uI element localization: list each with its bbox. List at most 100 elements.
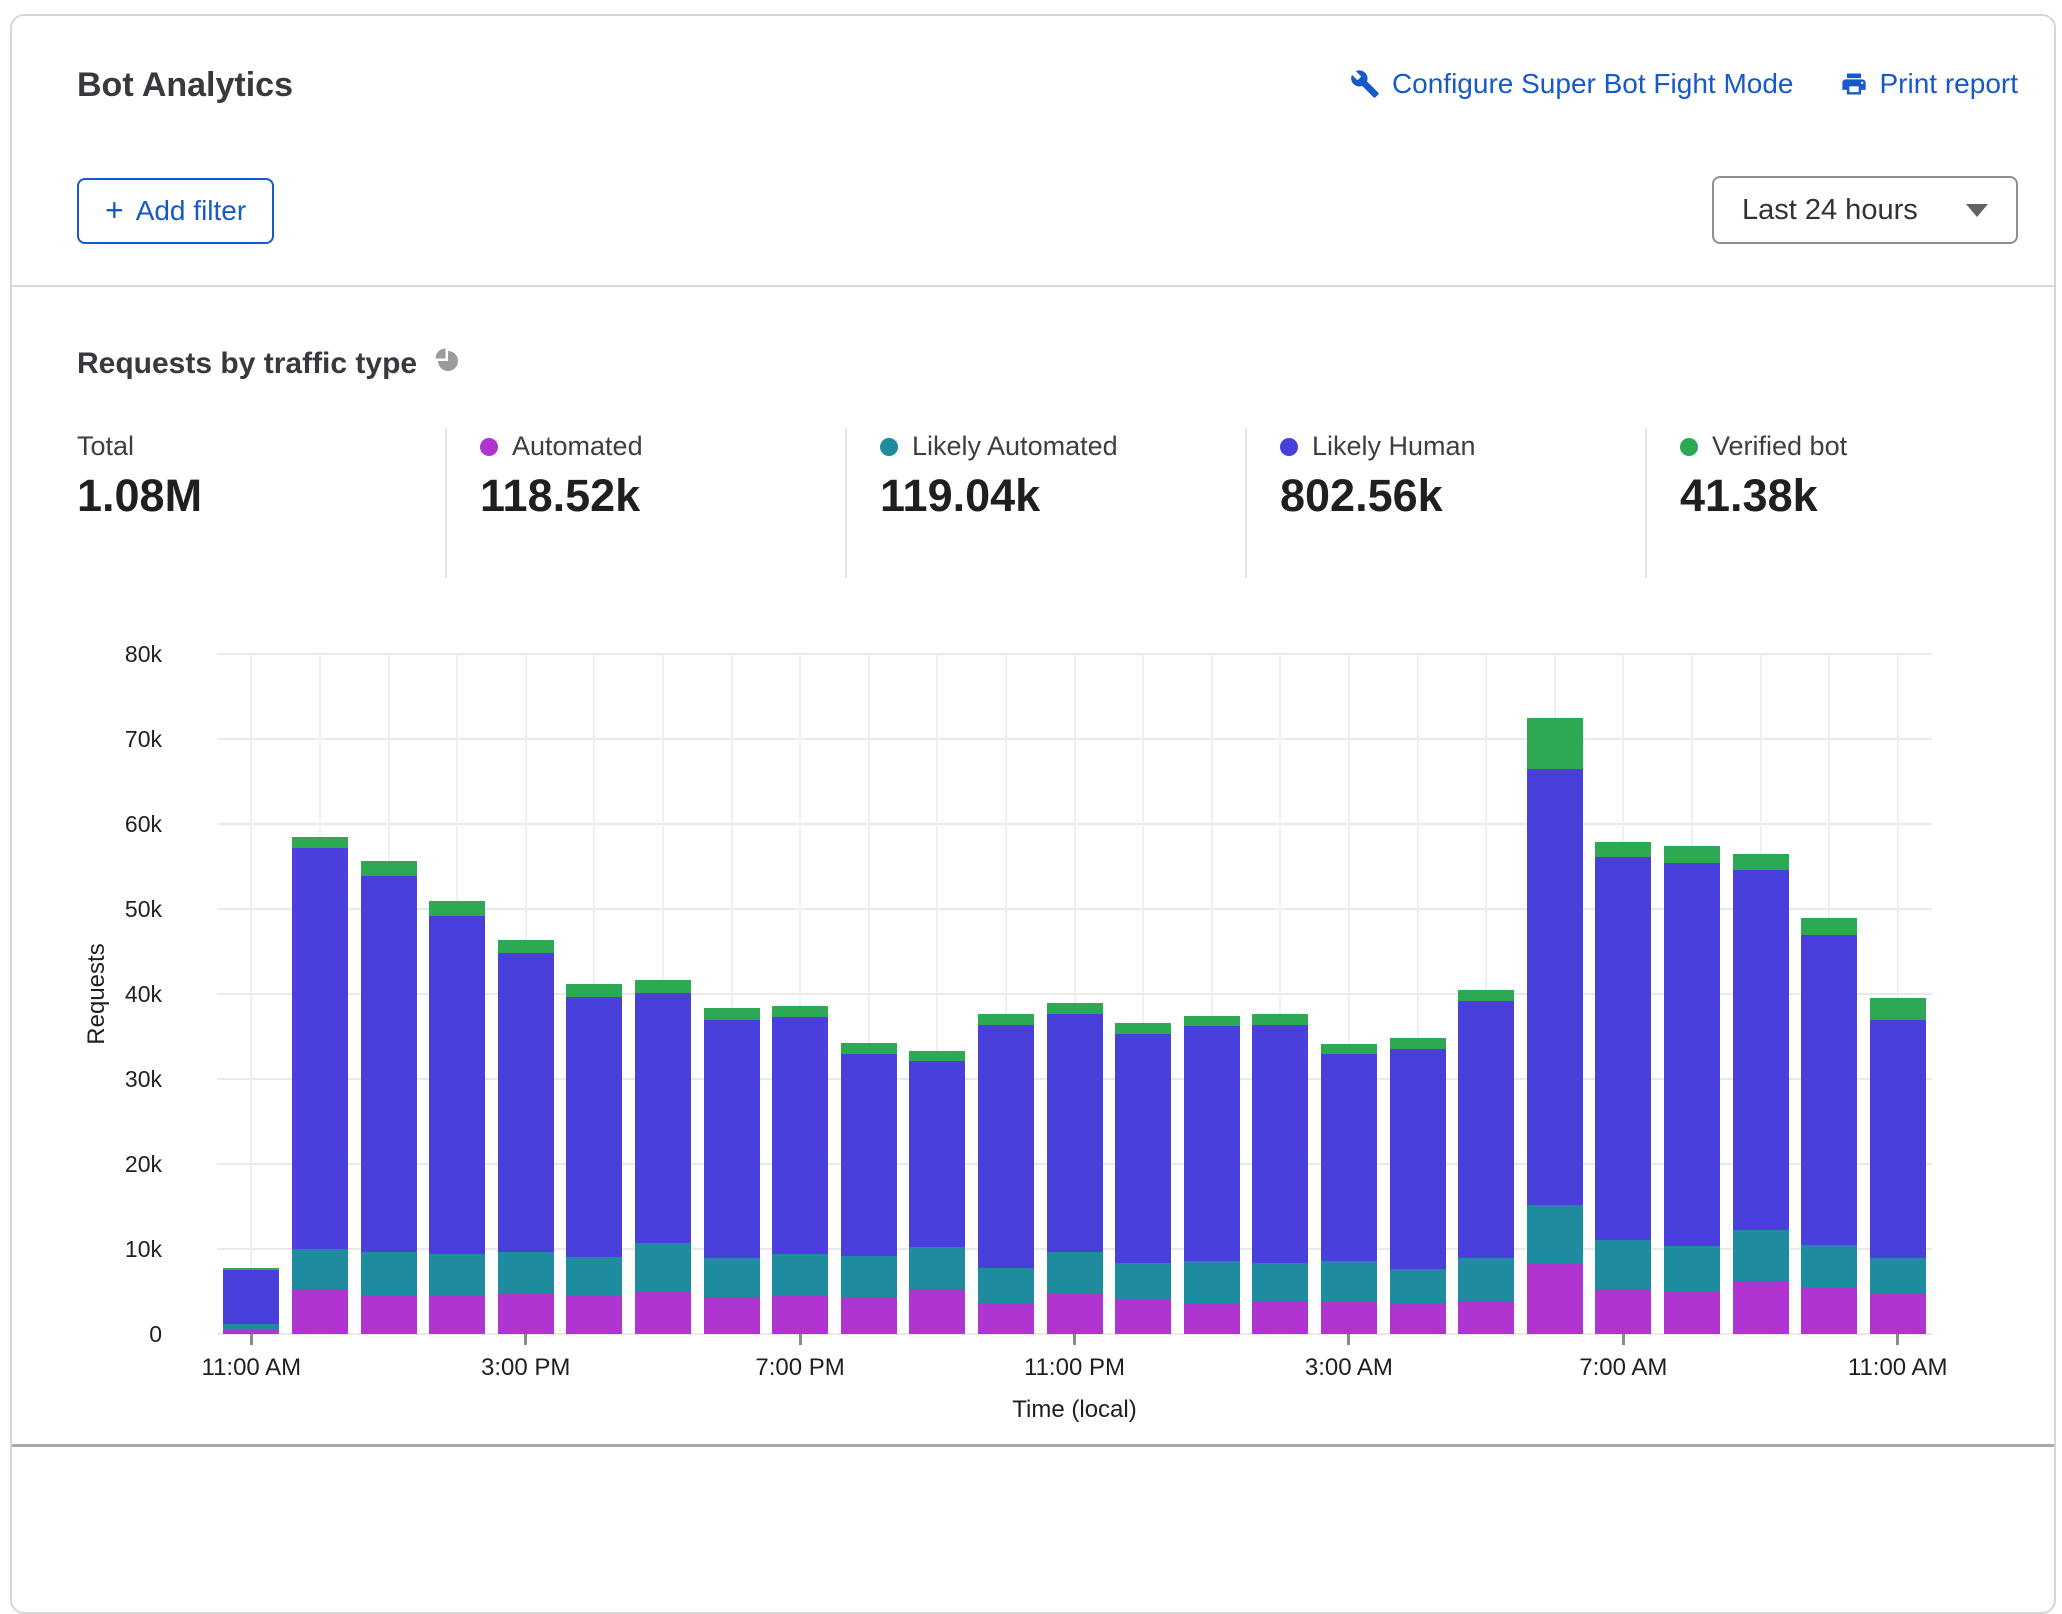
segment-likely-automated [1801, 1245, 1857, 1288]
segment-automated [1252, 1301, 1308, 1334]
segment-likely-automated [498, 1252, 554, 1294]
page-title: Bot Analytics [77, 66, 293, 105]
print-link-label: Print report [1880, 68, 2019, 100]
segment-verified-bot [1321, 1044, 1377, 1054]
segment-likely-automated [1458, 1258, 1514, 1301]
bar-7pm-8[interactable] [772, 1006, 828, 1334]
x-tick [1622, 1334, 1625, 1345]
section-title-row: Requests by traffic type [77, 346, 463, 381]
bar-7am-20[interactable] [1595, 842, 1651, 1334]
add-filter-button[interactable]: + Add filter [77, 178, 274, 244]
segment-verified-bot [841, 1043, 897, 1053]
bar-9am-22[interactable] [1733, 854, 1789, 1334]
x-tick [524, 1334, 527, 1345]
x-tick-label: 11:00 PM [990, 1354, 1160, 1382]
plus-icon: + [105, 194, 124, 226]
add-filter-label: Add filter [136, 195, 247, 227]
x-tick-label: 11:00 AM [166, 1354, 336, 1382]
segment-verified-bot [1527, 718, 1583, 769]
segment-verified-bot [1184, 1016, 1240, 1026]
segment-verified-bot [1115, 1023, 1171, 1034]
x-tick [1073, 1334, 1076, 1345]
requests-by-traffic-type-chart: Time (local) 11:00 AM3:00 PM7:00 PM11:00… [217, 654, 1932, 1334]
stat-automated-value: 118.52k [480, 470, 643, 522]
segment-automated [1321, 1302, 1377, 1334]
time-range-select[interactable]: Last 24 hours [1712, 176, 2018, 244]
bar-6pm-7[interactable] [704, 1008, 760, 1334]
print-report-link[interactable]: Print report [1840, 68, 2019, 100]
segment-likely-automated [1870, 1258, 1926, 1294]
bar-2pm-3[interactable] [429, 901, 485, 1335]
bar-4am-17[interactable] [1390, 1038, 1446, 1334]
segment-likely-automated [566, 1257, 622, 1296]
bar-2am-15[interactable] [1252, 1014, 1308, 1334]
segment-automated [498, 1294, 554, 1334]
segment-automated [1527, 1263, 1583, 1334]
x-tick-label: 7:00 PM [715, 1354, 885, 1382]
likely-automated-dot-icon [880, 438, 898, 456]
segment-automated [772, 1296, 828, 1334]
configure-super-bot-fight-mode-link[interactable]: Configure Super Bot Fight Mode [1350, 68, 1794, 100]
bar-10am-23[interactable] [1801, 918, 1857, 1335]
bar-12pm-1[interactable] [292, 837, 348, 1334]
bar-4pm-5[interactable] [566, 984, 622, 1334]
bar-11am-24[interactable] [1870, 998, 1926, 1334]
y-tick-label: 70k [42, 724, 162, 754]
bar-9pm-10[interactable] [909, 1051, 965, 1334]
stat-automated: Automated 118.52k [480, 431, 643, 522]
stat-automated-label: Automated [512, 431, 643, 462]
chevron-down-icon [1966, 204, 1988, 217]
segment-likely-automated [1733, 1230, 1789, 1281]
bar-3pm-4[interactable] [498, 940, 554, 1334]
bar-6am-19[interactable] [1527, 718, 1583, 1334]
segment-likely-human [1664, 863, 1720, 1246]
bar-3am-16[interactable] [1321, 1044, 1377, 1334]
stat-verified-bot-value: 41.38k [1680, 470, 1847, 522]
segment-likely-automated [1390, 1269, 1446, 1303]
stat-likely-human: Likely Human 802.56k [1280, 431, 1476, 522]
segment-verified-bot [704, 1008, 760, 1020]
bar-1am-14[interactable] [1184, 1016, 1240, 1334]
bar-5am-18[interactable] [1458, 990, 1514, 1334]
segment-verified-bot [292, 837, 348, 848]
bar-11pm-12[interactable] [1047, 1003, 1103, 1334]
x-tick [799, 1334, 802, 1345]
segment-likely-human [772, 1017, 828, 1254]
segment-likely-automated [909, 1247, 965, 1290]
bar-11am-0[interactable] [223, 1268, 279, 1334]
bar-5pm-6[interactable] [635, 980, 691, 1334]
segment-automated [909, 1290, 965, 1334]
segment-likely-automated [1664, 1246, 1720, 1291]
printer-icon [1840, 70, 1868, 98]
stat-likely-human-label: Likely Human [1312, 431, 1476, 462]
segment-verified-bot [1595, 842, 1651, 857]
bar-12am-13[interactable] [1115, 1023, 1171, 1334]
segment-verified-bot [909, 1051, 965, 1061]
segment-verified-bot [1047, 1003, 1103, 1013]
segment-automated [1115, 1299, 1171, 1334]
segment-automated [635, 1292, 691, 1334]
segment-automated [704, 1298, 760, 1334]
segment-automated [1390, 1303, 1446, 1334]
segment-likely-automated [1527, 1205, 1583, 1264]
x-tick-label: 3:00 AM [1264, 1354, 1434, 1382]
bar-8pm-9[interactable] [841, 1043, 897, 1334]
segment-verified-bot [361, 861, 417, 876]
bar-8am-21[interactable] [1664, 846, 1720, 1334]
segment-likely-automated [704, 1258, 760, 1298]
segment-likely-human [498, 953, 554, 1252]
segment-likely-human [909, 1061, 965, 1247]
stat-total: Total 1.08M [77, 431, 202, 522]
segment-likely-human [361, 876, 417, 1253]
vertical-gridline [250, 654, 252, 1334]
x-tick [1896, 1334, 1899, 1345]
bar-1pm-2[interactable] [361, 861, 417, 1334]
stat-likely-automated-label: Likely Automated [912, 431, 1118, 462]
verified-bot-dot-icon [1680, 438, 1698, 456]
x-tick-label: 11:00 AM [1813, 1354, 1983, 1382]
segment-likely-human [292, 848, 348, 1249]
segment-verified-bot [1664, 846, 1720, 863]
header-divider [12, 285, 2054, 287]
bar-10pm-11[interactable] [978, 1014, 1034, 1334]
segment-automated [1733, 1281, 1789, 1334]
